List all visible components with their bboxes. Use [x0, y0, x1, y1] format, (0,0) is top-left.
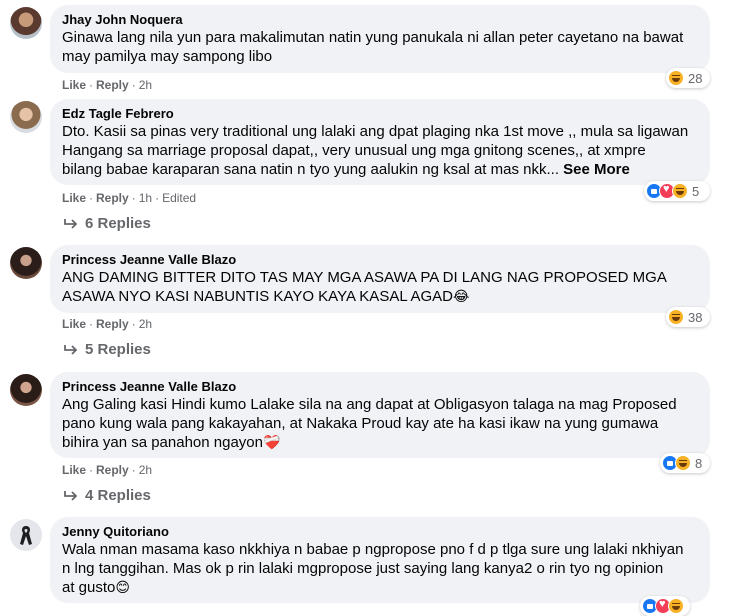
comment-text-line: bihira yan sa panahon ngayon❤️‍🩹: [62, 433, 698, 452]
haha-reaction-icon: [675, 455, 691, 471]
comment-timestamp[interactable]: 2h: [139, 317, 152, 331]
view-replies-button[interactable]: 5 Replies: [63, 341, 151, 358]
avatar[interactable]: [10, 247, 42, 279]
reaction-summary[interactable]: 8: [660, 453, 710, 473]
edited-label[interactable]: Edited: [162, 191, 196, 205]
comment-actions: Like · Reply · 2h: [62, 317, 153, 331]
reaction-summary[interactable]: 28: [666, 68, 710, 88]
comment-text-segment: at gusto: [62, 579, 116, 596]
comment-bubble: Jenny Quitoriano Wala nman masama kaso n…: [50, 517, 710, 603]
laughing-emoji-icon: 😂: [452, 288, 470, 304]
replies-count-label: 6 Replies: [85, 215, 151, 232]
comment-text-line: n lng tanggihan. Mas ok p rin lalaki mgp…: [62, 560, 664, 577]
comment-bubble: Jhay John Noquera Ginawa lang nila yun p…: [50, 5, 710, 73]
view-replies-button[interactable]: 6 Replies: [63, 215, 151, 232]
avatar[interactable]: [10, 101, 42, 133]
comment-text-line: Dto. Kasii sa pinas very traditional ung…: [62, 123, 689, 140]
reply-arrow-icon: [64, 344, 78, 355]
view-replies-button[interactable]: 4 Replies: [63, 487, 151, 504]
like-button[interactable]: Like: [62, 78, 86, 92]
haha-reaction-icon: [668, 598, 684, 614]
haha-reaction-icon: [668, 309, 684, 325]
comment-author[interactable]: Princess Jeanne Valle Blazo: [62, 378, 698, 395]
comment-text-segment: ASAWA NYO KASI NABUNTIS KAYO KAYA KASAL …: [62, 288, 453, 305]
black-ribbon-icon: [20, 526, 32, 545]
avatar[interactable]: [10, 374, 42, 406]
like-button[interactable]: Like: [62, 317, 86, 331]
comment-actions: Like · Reply · 2h: [62, 463, 153, 477]
comment-bubble: Edz Tagle Febrero Dto. Kasii sa pinas ve…: [50, 99, 710, 185]
haha-reaction-icon: [668, 70, 684, 86]
reply-arrow-icon: [64, 490, 78, 501]
comment-actions: Like · Reply · 2h: [62, 78, 153, 92]
comment-text-line: at gusto😊: [62, 578, 698, 597]
replies-count-label: 5 Replies: [85, 341, 151, 358]
reaction-count: 38: [688, 309, 703, 325]
avatar[interactable]: [10, 7, 42, 39]
reaction-count: 5: [692, 183, 700, 199]
reply-button[interactable]: Reply: [96, 78, 129, 92]
comment-text-line: ASAWA NYO KASI NABUNTIS KAYO KAYA KASAL …: [62, 287, 698, 306]
reply-button[interactable]: Reply: [96, 463, 129, 477]
reaction-summary[interactable]: [640, 596, 690, 616]
comment-text-line: Hangang sa marriage proposal dapat,, ver…: [62, 142, 646, 159]
smiling-emoji-icon: 😊: [115, 579, 130, 595]
avatar[interactable]: [10, 519, 42, 551]
comment-text-segment: bilang babae karaparan sana natin n tyo …: [62, 161, 559, 178]
heart-emoji-icon: ❤️‍🩹: [263, 434, 281, 450]
like-button[interactable]: Like: [62, 191, 86, 205]
comment-author[interactable]: Jenny Quitoriano: [62, 523, 698, 540]
comment-text-line: Ginawa lang nila yun para makalimutan na…: [62, 29, 684, 46]
comment-author[interactable]: Edz Tagle Febrero: [62, 105, 698, 122]
reaction-count: 28: [688, 70, 703, 86]
comment-author[interactable]: Jhay John Noquera: [62, 11, 698, 28]
comment-timestamp[interactable]: 1h: [139, 191, 152, 205]
reply-button[interactable]: Reply: [96, 191, 129, 205]
reaction-summary[interactable]: 38: [666, 307, 710, 327]
reaction-summary[interactable]: 5: [644, 181, 710, 201]
comment-text-line: Ang Galing kasi Hindi kumo Lalake sila n…: [62, 396, 677, 413]
replies-count-label: 4 Replies: [85, 487, 151, 504]
comment-text-line: Wala nman masama kaso nkkhiya n babae p …: [62, 541, 684, 558]
reply-arrow-icon: [64, 218, 78, 229]
comment-bubble: Princess Jeanne Valle Blazo Ang Galing k…: [50, 372, 710, 458]
comment-text-line: may pamilya may sampong libo: [62, 48, 273, 65]
see-more-link[interactable]: See More: [563, 161, 630, 178]
comment-text-segment: bihira yan sa panahon ngayon: [62, 434, 263, 451]
comment-author[interactable]: Princess Jeanne Valle Blazo: [62, 251, 698, 268]
comment-timestamp[interactable]: 2h: [139, 463, 152, 477]
like-button[interactable]: Like: [62, 463, 86, 477]
comment-timestamp[interactable]: 2h: [139, 78, 152, 92]
comment-text-line: ANG DAMING BITTER DITO TAS MAY MGA ASAWA…: [62, 269, 667, 286]
comment-actions: Like · Reply · 1h · Edited: [62, 191, 197, 205]
comment-bubble: Princess Jeanne Valle Blazo ANG DAMING B…: [50, 245, 710, 313]
reply-button[interactable]: Reply: [96, 317, 129, 331]
haha-reaction-icon: [672, 183, 688, 199]
reaction-count: 8: [695, 455, 703, 471]
comment-text-line: pano kung wala pang kakayahan, at Nakaka…: [62, 415, 659, 432]
comment-text-line: bilang babae karaparan sana natin n tyo …: [62, 160, 698, 179]
